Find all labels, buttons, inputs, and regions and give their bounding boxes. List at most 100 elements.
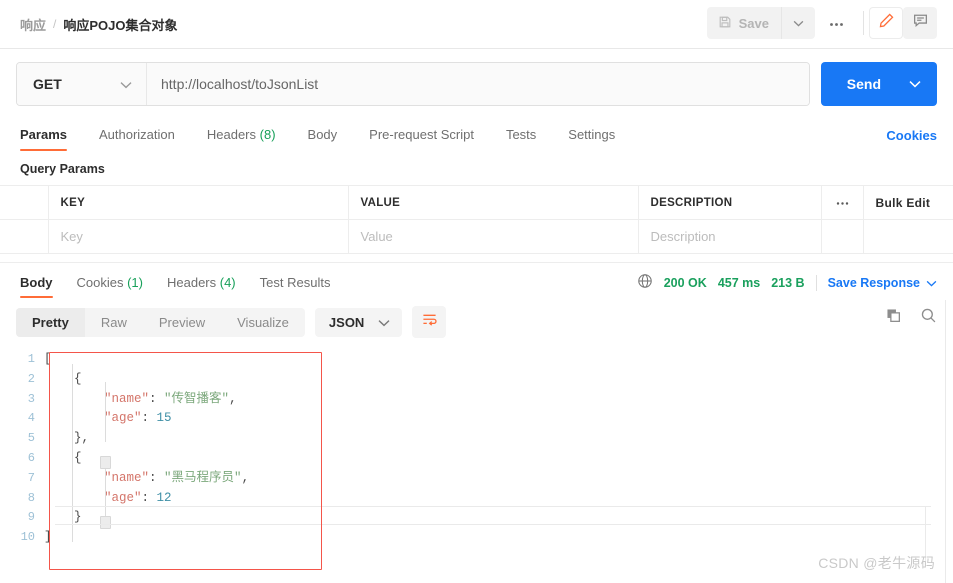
code-text: [ bbox=[44, 350, 52, 370]
fold-marker-close[interactable] bbox=[100, 516, 111, 529]
response-meta: 200 OK 457 ms 213 B Save Response bbox=[637, 273, 937, 292]
response-size: 213 B bbox=[771, 275, 805, 290]
table-row: Key Value Description bbox=[0, 219, 953, 254]
code-line: 1[ bbox=[0, 350, 953, 370]
view-mode-raw[interactable]: Raw bbox=[85, 308, 143, 337]
header-actions: Save bbox=[706, 7, 937, 39]
tab-label: Settings bbox=[568, 127, 616, 142]
request-tabs: Params Authorization Headers (8) Body Pr… bbox=[0, 117, 953, 151]
response-format-select[interactable]: JSON bbox=[314, 307, 403, 337]
line-number: 1 bbox=[27, 352, 35, 366]
view-mode-visualize[interactable]: Visualize bbox=[221, 308, 305, 337]
token-str: "传智播客" bbox=[164, 391, 230, 406]
breadcrumb: 响应 / 响应POJO集合对象 bbox=[0, 15, 177, 34]
token-punct: : bbox=[149, 470, 165, 485]
indent-guide-inner-a bbox=[105, 382, 106, 442]
breadcrumb-current: 响应POJO集合对象 bbox=[63, 17, 178, 33]
bulk-edit-button[interactable]: Bulk Edit bbox=[876, 196, 931, 210]
postman-window: 响应 / 响应POJO集合对象 Save GET http://localhos… bbox=[0, 0, 953, 583]
code-text: { bbox=[44, 370, 82, 390]
response-format-value: JSON bbox=[328, 314, 365, 330]
code-line: 9 } bbox=[0, 508, 953, 528]
selection-line-bottom bbox=[55, 524, 931, 525]
globe-icon[interactable] bbox=[637, 273, 653, 292]
token-punct: { bbox=[74, 371, 82, 386]
tab-tests[interactable]: Tests bbox=[490, 127, 552, 151]
http-method-select[interactable]: GET bbox=[17, 63, 147, 105]
line-number: 9 bbox=[27, 510, 35, 525]
view-mode-pretty[interactable]: Pretty bbox=[16, 307, 85, 337]
copy-icon[interactable] bbox=[885, 307, 902, 329]
chevron-down-icon bbox=[120, 76, 132, 92]
tab-label: Authorization bbox=[98, 127, 175, 142]
line-number: 3 bbox=[27, 391, 35, 406]
response-tab-body[interactable]: Body bbox=[16, 275, 65, 298]
param-value-input[interactable]: Value bbox=[347, 219, 639, 254]
code-text: } bbox=[44, 508, 82, 528]
fold-marker-open[interactable] bbox=[100, 456, 111, 469]
comment-icon bbox=[912, 12, 929, 34]
response-tab-cookies[interactable]: Cookies (1) bbox=[65, 275, 155, 298]
tab-params[interactable]: Params bbox=[16, 127, 83, 151]
response-tabs: Body Cookies (1) Headers (4) Test Result… bbox=[0, 262, 953, 298]
cookies-link[interactable]: Cookies bbox=[886, 128, 937, 143]
tab-count: (8) bbox=[259, 127, 276, 142]
pane-edge-guide bbox=[945, 300, 946, 583]
tab-authorization[interactable]: Authorization bbox=[83, 127, 191, 151]
token-str: "黑马程序员" bbox=[164, 470, 242, 485]
breadcrumb-parent[interactable]: 响应 bbox=[20, 15, 46, 34]
tab-headers[interactable]: Headers (8) bbox=[191, 127, 292, 151]
line-number: 7 bbox=[27, 470, 35, 485]
chevron-down-icon bbox=[378, 315, 390, 330]
param-description-input[interactable]: Description bbox=[637, 219, 822, 254]
comments-button[interactable] bbox=[903, 7, 937, 39]
token-punct: ] bbox=[44, 530, 52, 545]
save-button-label: Save bbox=[738, 15, 769, 31]
tab-label: Pre-request Script bbox=[369, 127, 474, 142]
token-punct: [ bbox=[44, 352, 52, 366]
tab-label: Cookies bbox=[76, 275, 124, 290]
row-checkbox-cell[interactable] bbox=[0, 219, 49, 254]
token-punct: , bbox=[241, 470, 250, 485]
response-tab-headers[interactable]: Headers (4) bbox=[155, 275, 248, 298]
response-body-code[interactable]: 1[2 {3 "name": "传智播客", 4 "age": 15 5 }, 6 {… bbox=[0, 344, 953, 548]
code-text: }, bbox=[44, 429, 89, 449]
token-punct: { bbox=[74, 450, 82, 465]
tab-label: Body bbox=[307, 127, 338, 142]
ellipsis-icon bbox=[835, 197, 850, 209]
row-options-cell bbox=[820, 219, 864, 254]
bulk-edit-cell: Bulk Edit bbox=[862, 185, 953, 220]
tab-body[interactable]: Body bbox=[292, 127, 354, 151]
view-mode-preview[interactable]: Preview bbox=[143, 308, 221, 337]
send-button[interactable]: Send bbox=[821, 62, 903, 106]
chevron-down-icon bbox=[909, 75, 921, 93]
code-text: "age": 15 bbox=[44, 409, 172, 429]
tab-label: Test Results bbox=[259, 275, 331, 290]
table-options-button[interactable] bbox=[820, 185, 864, 220]
send-dropdown-button[interactable] bbox=[903, 62, 937, 106]
tab-settings[interactable]: Settings bbox=[552, 127, 631, 151]
chevron-down-icon bbox=[926, 276, 937, 290]
column-header-value: VALUE bbox=[347, 185, 639, 220]
param-key-input[interactable]: Key bbox=[47, 219, 349, 254]
token-punct: } bbox=[74, 510, 82, 525]
response-status: 200 OK bbox=[663, 275, 707, 290]
save-button[interactable]: Save bbox=[707, 8, 781, 39]
send-button-group: Send bbox=[820, 62, 937, 106]
word-wrap-icon bbox=[421, 312, 438, 332]
column-header-key: KEY bbox=[47, 185, 349, 220]
column-header-description: DESCRIPTION bbox=[637, 185, 822, 220]
word-wrap-button[interactable] bbox=[412, 306, 447, 338]
selection-line-top bbox=[55, 506, 931, 507]
tab-label: Params bbox=[20, 127, 67, 142]
edit-request-button[interactable] bbox=[869, 7, 903, 39]
save-dropdown-button[interactable] bbox=[781, 7, 815, 39]
search-icon[interactable] bbox=[920, 307, 937, 329]
save-response-button[interactable]: Save Response bbox=[828, 276, 937, 290]
url-input[interactable]: http://localhost/toJsonList bbox=[147, 63, 809, 105]
token-punct: : bbox=[149, 391, 165, 406]
response-tab-test-results[interactable]: Test Results bbox=[248, 275, 343, 298]
more-options-button[interactable] bbox=[815, 7, 858, 39]
save-button-group: Save bbox=[706, 7, 815, 39]
tab-pre-request-script[interactable]: Pre-request Script bbox=[353, 127, 490, 151]
